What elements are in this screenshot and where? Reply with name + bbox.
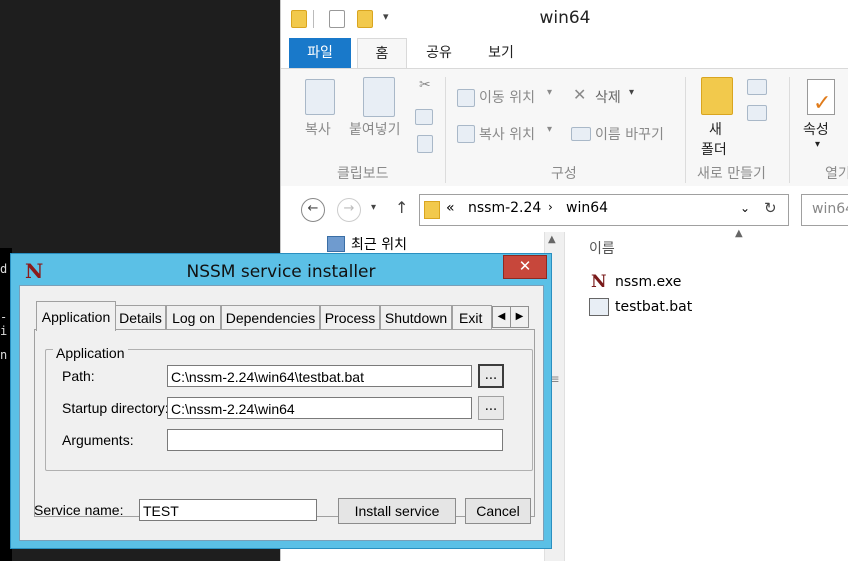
tab-log-on[interactable]: Log on (166, 305, 221, 330)
group-label-organize: 구성 (551, 166, 577, 182)
search-input[interactable]: win64 (801, 194, 848, 226)
tab-scroll-left-icon[interactable]: ◀ (492, 306, 511, 328)
nssm-installer-dialog: N NSSM service installer ✕ Application D… (10, 253, 552, 549)
file-item[interactable]: testbat.bat (615, 299, 692, 315)
address-row: ← → ▾ ↑ « nssm-2.24 › win64 ⌄ ↻ win64 (281, 186, 848, 232)
copy-to-icon (457, 125, 475, 143)
tab-details[interactable]: Details (115, 305, 166, 330)
tab-view[interactable]: 보기 (477, 38, 525, 68)
chevron-down-icon: ▾ (815, 139, 821, 150)
file-item[interactable]: nssm.exe (615, 274, 681, 290)
divider (789, 77, 790, 183)
forward-arrow-icon[interactable]: → (337, 198, 361, 222)
path-field[interactable]: C:\nssm-2.24\win64\testbat.bat (167, 365, 472, 387)
recent-places-icon (327, 236, 345, 252)
breadcrumb-nssm[interactable]: nssm-2.24 (468, 200, 541, 216)
close-button[interactable]: ✕ (503, 255, 547, 279)
divider (685, 77, 686, 183)
address-bar[interactable]: « nssm-2.24 › win64 ⌄ ↻ (419, 194, 789, 226)
paste-button[interactable]: 붙여넣기 (349, 119, 401, 139)
rename-button[interactable]: 이름 바꾸기 (595, 124, 664, 144)
tab-exit[interactable]: Exit (452, 305, 492, 329)
group-label-clipboard: 클립보드 (337, 166, 389, 182)
tab-application[interactable]: Application (36, 301, 116, 331)
install-service-button[interactable]: Install service (338, 498, 456, 524)
move-to-button[interactable]: 이동 위치 (479, 87, 535, 107)
arguments-field[interactable] (167, 429, 503, 451)
tab-share[interactable]: 공유 (415, 38, 463, 68)
nav-item-recent[interactable]: 최근 위치 (351, 234, 407, 254)
delete-button[interactable]: 삭제 (595, 87, 621, 107)
path-browse-button[interactable]: ... (478, 364, 504, 388)
tab-dependencies[interactable]: Dependencies (221, 305, 320, 330)
ribbon-tabs: 파일 홈 공유 보기 (281, 38, 848, 70)
checkmark-icon: ✓ (813, 91, 832, 116)
back-arrow-icon[interactable]: ← (301, 198, 325, 222)
service-name-field[interactable]: TEST (139, 499, 317, 521)
new-folder-icon (701, 77, 733, 115)
delete-icon: ✕ (573, 85, 587, 104)
tab-home[interactable]: 홈 (357, 38, 407, 70)
new-folder-label-line1[interactable]: 새 (709, 119, 722, 139)
sort-ascending-icon: ▲ (735, 228, 743, 239)
group-label-new: 새로 만들기 (697, 166, 766, 182)
recent-locations-icon[interactable]: ▾ (371, 202, 376, 213)
groupbox-label: Application (53, 345, 128, 361)
breadcrumb-separator-icon: › (548, 200, 553, 214)
startup-directory-field[interactable]: C:\nssm-2.24\win64 (167, 397, 472, 419)
console-line: d (0, 262, 8, 276)
arguments-label: Arguments: (62, 432, 134, 448)
divider (445, 77, 446, 183)
nssm-exe-icon: N (591, 272, 607, 292)
dialog-title: NSSM service installer (186, 262, 376, 282)
rename-icon (571, 127, 591, 141)
paste-shortcut-icon[interactable] (417, 135, 433, 153)
startup-browse-button[interactable]: ... (478, 396, 504, 420)
breadcrumb-win64[interactable]: win64 (566, 200, 608, 216)
refresh-icon[interactable]: ↻ (764, 199, 777, 217)
scroll-up-icon[interactable]: ▲ (548, 234, 556, 245)
move-to-icon (457, 89, 475, 107)
search-placeholder: win64 (812, 201, 848, 217)
copy-button[interactable]: 복사 (305, 119, 331, 139)
column-header-name[interactable]: 이름 (589, 238, 615, 258)
tab-shutdown[interactable]: Shutdown (380, 305, 452, 330)
chevron-down-icon: ▾ (547, 87, 553, 98)
chevron-down-icon: ▾ (547, 124, 553, 135)
console-line: n (0, 348, 8, 362)
tab-file[interactable]: 파일 (289, 38, 351, 68)
easy-access-icon[interactable] (747, 105, 767, 121)
path-label: Path: (62, 368, 95, 384)
startup-directory-label: Startup directory: (62, 400, 169, 416)
up-arrow-icon[interactable]: ↑ (395, 198, 408, 217)
service-name-label: Service name: (34, 502, 124, 518)
dialog-body: Application Details Log on Dependencies … (19, 285, 544, 541)
new-folder-label-line2[interactable]: 폴더 (701, 139, 727, 159)
paste-icon (363, 77, 395, 117)
file-list: ▲ 이름 N nssm.exe testbat.bat (565, 228, 848, 561)
folder-icon (424, 201, 440, 219)
breadcrumb-overflow[interactable]: « (446, 200, 455, 216)
new-item-icon[interactable] (747, 79, 767, 95)
group-label-open: 열기 (825, 166, 848, 182)
tab-scroll-right-icon[interactable]: ▶ (510, 306, 529, 328)
tab-process[interactable]: Process (320, 305, 380, 330)
properties-button[interactable]: 속성 (803, 119, 829, 139)
chevron-down-icon: ▾ (629, 87, 635, 98)
copy-to-button[interactable]: 복사 위치 (479, 124, 535, 144)
copy-path-icon[interactable] (415, 109, 433, 125)
cancel-button[interactable]: Cancel (465, 498, 531, 524)
batch-file-icon (589, 298, 609, 316)
window-title: win64 (539, 8, 591, 28)
explorer-titlebar: ▾ win64 (281, 0, 848, 38)
ribbon-home: 복사 붙여넣기 ✂ 클립보드 이동 위치 ▾ ✕ 삭제 ▾ 복사 위치 ▾ 이름… (281, 68, 848, 188)
chevron-down-icon[interactable]: ⌄ (740, 201, 750, 215)
copy-icon (305, 79, 335, 115)
cut-icon[interactable]: ✂ (419, 77, 431, 93)
